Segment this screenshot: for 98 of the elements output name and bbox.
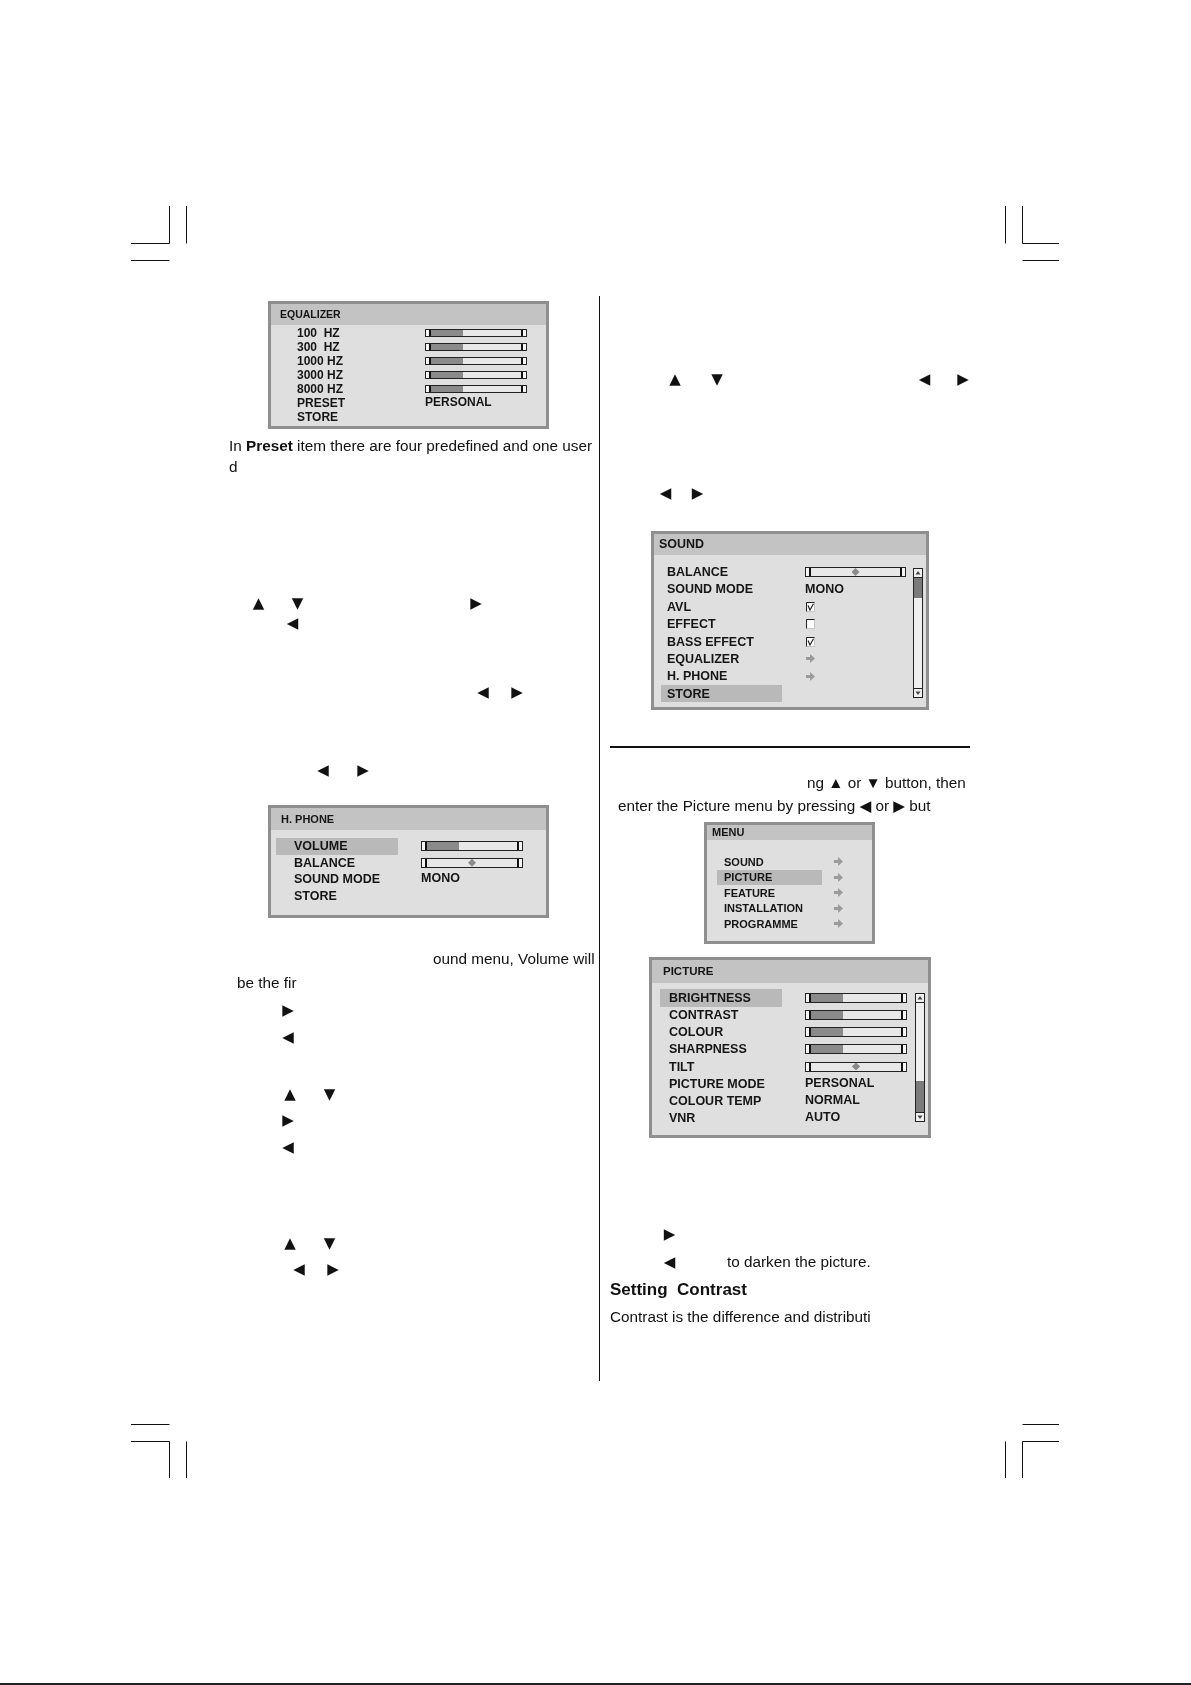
arrow-symbol: ◀ (663, 1254, 676, 1270)
arrow-symbol: ◀ (659, 485, 672, 501)
menu-title: SOUND (659, 537, 705, 552)
menu-title: H. PHONE (281, 812, 335, 826)
arrow-symbol: ▶ (281, 1112, 295, 1128)
menu-item[interactable]: TILT (660, 1057, 782, 1076)
arrow-symbol: ▼ (291, 595, 304, 611)
menu-item[interactable]: BALANCE (661, 563, 782, 581)
menu-item[interactable]: SOUND (717, 854, 822, 870)
menu-value: NORMAL (805, 1093, 860, 1108)
menu-item[interactable]: COLOUR TEMP (660, 1092, 782, 1110)
slider[interactable] (425, 329, 527, 337)
section-heading: Setting Contrast (610, 1280, 747, 1300)
menu-item[interactable]: VNR (660, 1109, 782, 1127)
menu-item[interactable]: H. PHONE (661, 667, 782, 686)
menu-item[interactable]: EQUALIZER (661, 650, 782, 668)
arrow-symbol: ▶ (281, 1002, 295, 1018)
menu-item[interactable]: FEATURE (717, 885, 822, 901)
slider[interactable] (805, 1027, 907, 1038)
slider[interactable] (805, 992, 907, 1003)
menu-value: MONO (805, 582, 844, 597)
arrow-symbol: ▲ (252, 595, 265, 611)
body-text: Contrast is the difference and distributi (610, 1308, 872, 1326)
menu-item[interactable]: SHARPNESS (660, 1040, 782, 1058)
arrow-symbol: ◀ (476, 684, 490, 700)
menu-item[interactable]: INSTALLATION (717, 900, 822, 916)
crop-mark (1005, 206, 1059, 261)
menu-item[interactable]: SOUND MODE (276, 871, 398, 888)
arrow-symbol: ▼ (323, 1235, 336, 1251)
slider[interactable] (805, 1061, 907, 1072)
slider-thumb[interactable] (852, 1062, 860, 1071)
arrow-symbol: ◀ (292, 1261, 306, 1277)
menu-title: EQUALIZER (280, 308, 341, 321)
slider[interactable] (425, 385, 527, 393)
arrow-symbol: ▶ (510, 684, 524, 700)
menu-item[interactable]: STORE (661, 685, 782, 703)
arrow-symbol: ◀ (316, 762, 330, 778)
arrow-symbol: ▲ (668, 371, 682, 387)
arrow-symbol: ◀ (286, 615, 299, 631)
menu-item[interactable]: EFFECT (661, 615, 782, 633)
menu-item[interactable]: 3000 HZ (276, 368, 396, 382)
crop-mark (1005, 1424, 1059, 1478)
menu-title: MENU (712, 826, 745, 839)
arrow-symbol: ▶ (326, 1261, 340, 1277)
menu-item[interactable]: 1000 HZ (276, 354, 396, 368)
menu-item[interactable]: STORE (276, 887, 398, 904)
slider[interactable] (805, 1044, 907, 1055)
arrow-symbol: ▲ (283, 1086, 297, 1102)
menu-item[interactable]: CONTRAST (660, 1006, 782, 1024)
arrow-symbol: ◀ (281, 1139, 295, 1155)
arrow-symbol: ▶ (663, 1226, 676, 1242)
slider[interactable] (805, 567, 906, 577)
checkbox[interactable] (806, 619, 815, 630)
body-text: ng ▲ or ▼ button, then enter the Picture menu by pressing ◀ or ▶ but (618, 773, 967, 816)
menu-item[interactable]: BASS EFFECT (661, 632, 782, 651)
menu-item[interactable]: BALANCE (276, 854, 398, 871)
menu-value: PERSONAL (425, 396, 492, 410)
crop-mark (131, 206, 187, 261)
menu-title: PICTURE (663, 965, 714, 978)
menu-item[interactable]: VOLUME (276, 838, 398, 855)
body-text: to darken the picture. (727, 1254, 871, 1270)
slider-thumb[interactable] (468, 858, 476, 867)
menu-item[interactable]: AVL (661, 598, 782, 616)
menu-item[interactable]: 100 HZ (276, 326, 396, 340)
menu-item[interactable]: SOUND MODE (661, 580, 782, 599)
slider[interactable] (805, 1010, 907, 1021)
menu-item[interactable]: PROGRAMME (717, 916, 822, 932)
arrow-symbol: ◀ (918, 371, 931, 387)
menu-item[interactable]: PICTURE (717, 869, 822, 885)
arrow-symbol: ▶ (956, 371, 970, 387)
arrow-symbol: ▶ (469, 595, 483, 611)
menu-item[interactable]: 8000 HZ (276, 382, 396, 396)
arrow-symbol: ◀ (281, 1029, 295, 1045)
body-text: ound menu, Volume will be the fir (237, 949, 596, 993)
menu-value: AUTO (805, 1111, 841, 1125)
menu-item[interactable]: PICTURE MODE (660, 1075, 782, 1093)
slider[interactable] (421, 841, 523, 852)
menu-item[interactable]: STORE (276, 410, 396, 424)
arrow-symbol: ▼ (323, 1086, 336, 1102)
crop-mark (131, 1424, 187, 1478)
slider-thumb[interactable] (851, 568, 860, 576)
checkbox[interactable] (806, 636, 815, 647)
arrow-symbol: ▲ (283, 1235, 297, 1251)
arrow-symbol: ▼ (710, 371, 724, 387)
menu-item[interactable]: BRIGHTNESS (660, 989, 782, 1007)
slider[interactable] (425, 371, 527, 379)
menu-item[interactable]: PRESET (276, 396, 396, 410)
checkbox[interactable] (806, 601, 815, 612)
arrow-symbol: ▶ (356, 762, 370, 778)
menu-value: MONO (421, 872, 460, 887)
arrow-symbol: ▶ (691, 485, 704, 501)
slider[interactable] (425, 357, 527, 365)
menu-item[interactable]: COLOUR (660, 1023, 782, 1041)
menu-value: PERSONAL (805, 1076, 875, 1091)
body-text: In Preset item there are four predefined and one user d (229, 436, 594, 477)
slider[interactable] (421, 857, 523, 868)
menu-item[interactable]: 300 HZ (276, 340, 396, 354)
slider[interactable] (425, 343, 527, 351)
